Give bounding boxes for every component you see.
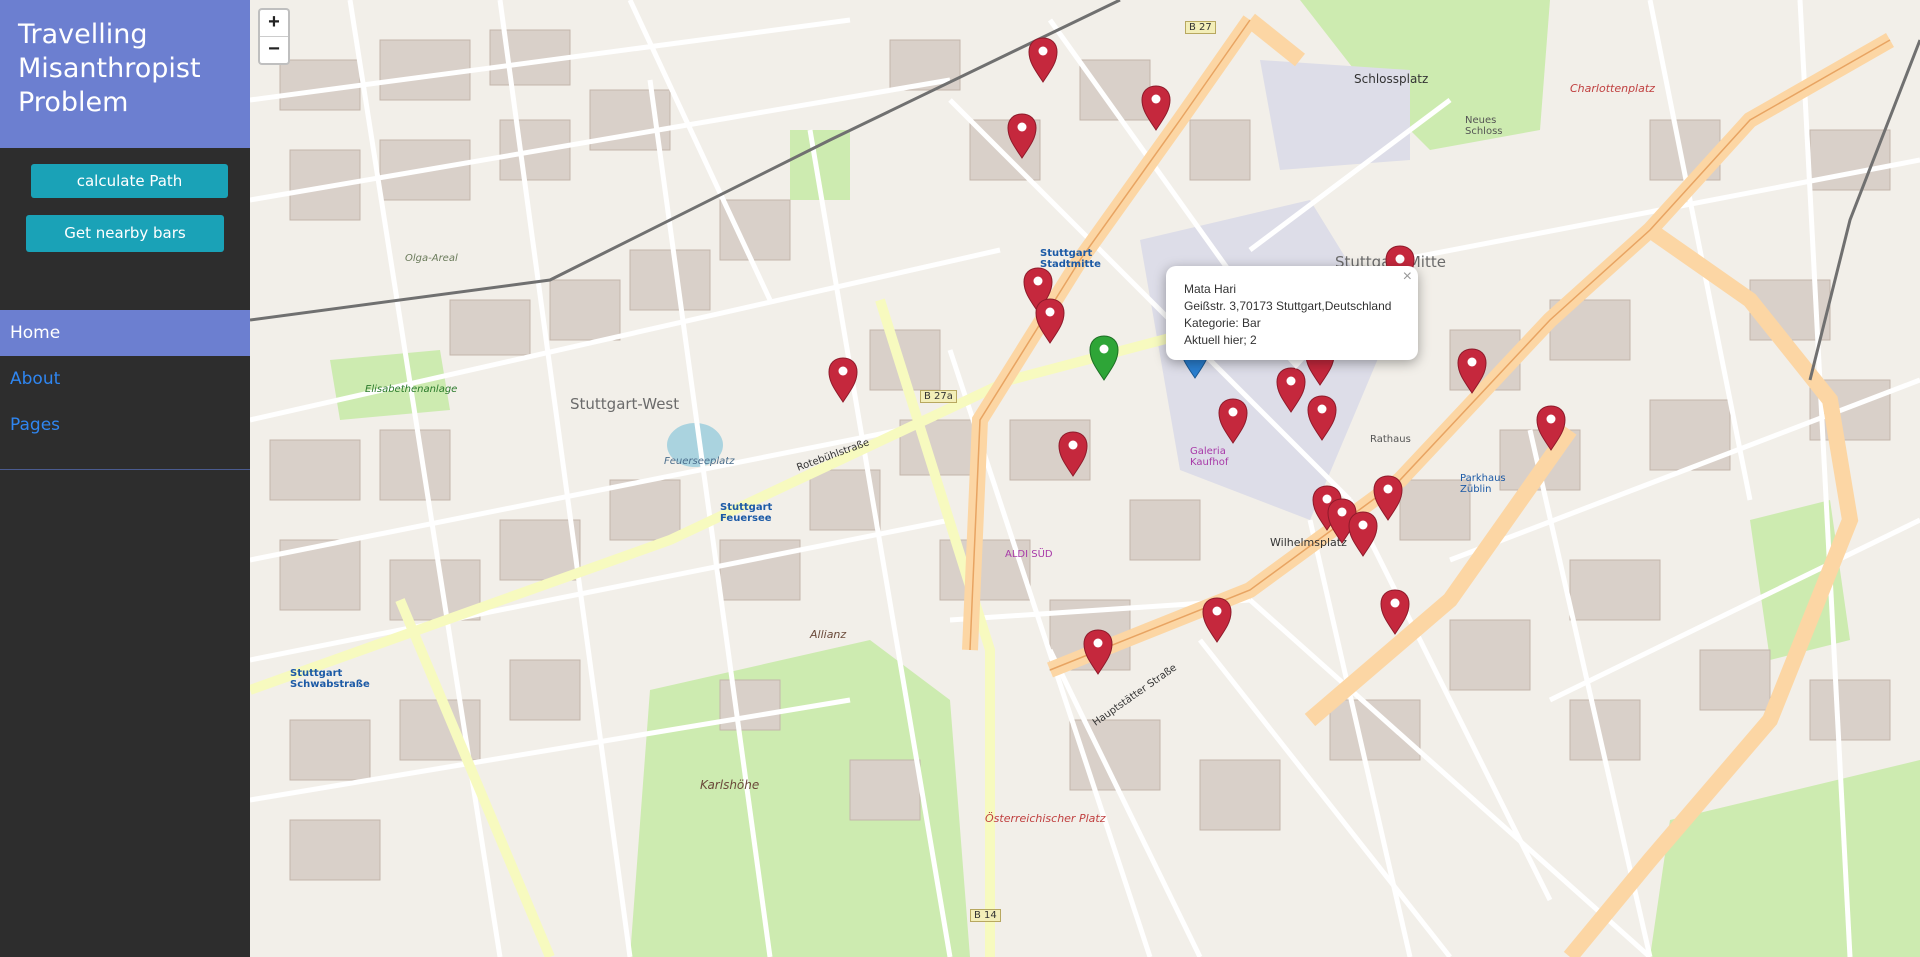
get-nearby-bars-button[interactable]: Get nearby bars (26, 215, 224, 252)
label-schlossplatz: Schlossplatz (1354, 72, 1429, 86)
label-aldi: ALDI SÜD (1005, 549, 1053, 560)
label-olga-areal: Olga-Areal (405, 253, 458, 264)
zoom-control: + − (258, 8, 290, 65)
label-galeria: Galeria Kaufhof (1190, 446, 1229, 468)
nav-item-about[interactable]: About (0, 356, 250, 402)
bar-info-popup: × Mata Hari Geißstr. 3,70173 Stuttgart,D… (1166, 266, 1418, 360)
label-elisabethenanlage: Elisabethenanlage (365, 384, 458, 395)
sidebar: Travelling Misanthropist Problem calcula… (0, 0, 250, 957)
nav-divider (0, 469, 250, 470)
app-title: Travelling Misanthropist Problem (0, 0, 250, 148)
sidebar-nav: Home About Pages (0, 310, 250, 448)
popup-current-count: Aktuell hier; 2 (1184, 333, 1257, 347)
app-title-line-2: Misanthropist (18, 53, 201, 84)
popup-bar-name: Mata Hari (1184, 282, 1237, 296)
label-karlshoehe: Karlshöhe (700, 778, 760, 792)
label-stuttgart-west: Stuttgart-West (570, 395, 680, 413)
popup-category: Kategorie: Bar (1184, 316, 1261, 330)
label-b27a: B 27a (920, 390, 957, 403)
label-b14: B 14 (970, 909, 1001, 922)
popup-close-button[interactable]: × (1403, 268, 1412, 286)
zoom-in-button[interactable]: + (260, 10, 288, 36)
app-title-line-3: Problem (18, 87, 129, 118)
label-neues-schloss: Neues Schloss (1465, 115, 1503, 137)
label-rathaus: Rathaus (1370, 434, 1411, 445)
app-title-line-1: Travelling (18, 19, 148, 50)
nav-item-pages[interactable]: Pages (0, 402, 250, 448)
calculate-path-button[interactable]: calculate Path (31, 164, 228, 198)
label-parkhaus: Parkhaus Züblin (1460, 473, 1506, 495)
zoom-out-button[interactable]: − (260, 36, 288, 63)
popup-address: Geißstr. 3,70173 Stuttgart,Deutschland (1184, 299, 1392, 313)
label-allianz: Allianz (810, 628, 847, 641)
nav-item-home[interactable]: Home (0, 310, 250, 356)
label-charlottenplatz: Charlottenplatz (1570, 82, 1655, 95)
label-b27: B 27 (1185, 21, 1216, 34)
label-wilhelmsplatz: Wilhelmsplatz (1270, 536, 1347, 549)
label-feuerseeplatz: Feuerseeplatz (664, 456, 735, 467)
map-view[interactable]: Stuttgart-West Stuttgart-Mitte Schlosspl… (250, 0, 1920, 957)
label-schwabstrasse: Stuttgart Schwabstraße (290, 668, 370, 690)
label-oesterreichischer-platz: Österreichischer Platz (985, 812, 1106, 825)
label-feuersee: Stuttgart Feuersee (720, 502, 773, 524)
label-stadtmitte: Stuttgart Stadtmitte (1040, 248, 1101, 270)
